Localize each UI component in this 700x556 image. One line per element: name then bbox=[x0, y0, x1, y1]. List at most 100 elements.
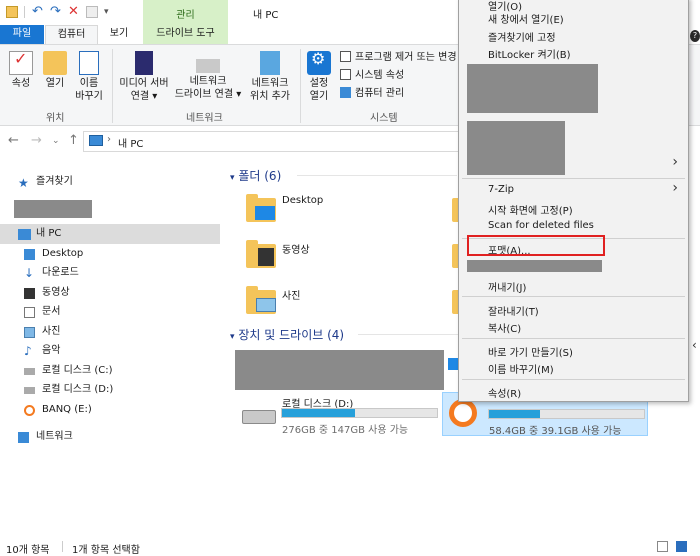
menu-item-pin-start[interactable]: 시작 화면에 고정(P) bbox=[488, 202, 573, 217]
open-button[interactable]: 열기 bbox=[40, 51, 70, 90]
section-drives[interactable]: ▾ 장치 및 드라이브 (4) bbox=[230, 326, 344, 343]
folder-item-desktop[interactable]: Desktop bbox=[242, 190, 452, 230]
details-view-icon[interactable] bbox=[657, 541, 668, 552]
sidebar-item-label: BANQ (E:) bbox=[42, 404, 92, 415]
menu-separator bbox=[462, 296, 685, 297]
open-settings-button[interactable]: ⚙ 설정 열기 bbox=[304, 51, 334, 103]
menu-item-copy[interactable]: 복사(C) bbox=[488, 320, 521, 335]
drive-item-d[interactable]: 로컬 디스크 (D:) 276GB 중 147GB 사용 가능 bbox=[236, 392, 442, 436]
chevron-left-icon[interactable]: ‹ bbox=[692, 338, 700, 358]
media-server-label-1: 미디어 서버 bbox=[119, 78, 169, 89]
sidebar-item-music[interactable]: ♪ 음악 bbox=[0, 341, 220, 361]
sidebar-item-pictures[interactable]: 사진 bbox=[0, 322, 220, 342]
sidebar-item-drive-e[interactable]: BANQ (E:) bbox=[0, 400, 220, 420]
address-bar[interactable]: › 내 PC bbox=[83, 131, 478, 152]
computer-icon bbox=[340, 87, 351, 98]
menu-item-pin-quick-access[interactable]: 즐겨찾기에 고정 bbox=[488, 29, 556, 44]
recent-locations-icon[interactable]: ⌄ bbox=[52, 136, 60, 146]
windows-logo-icon bbox=[448, 358, 458, 370]
large-icons-view-icon[interactable] bbox=[676, 541, 687, 552]
properties-label: 속성 bbox=[11, 78, 31, 89]
ribbon-separator bbox=[112, 49, 113, 123]
computer-management-button[interactable]: 컴퓨터 관리 bbox=[340, 87, 404, 101]
menu-item-bitlocker[interactable]: BitLocker 켜기(B) bbox=[488, 46, 571, 61]
checkmark-icon: ✓ bbox=[9, 51, 33, 75]
redacted-region bbox=[467, 64, 598, 113]
up-arrow-icon[interactable]: ↑ bbox=[68, 133, 79, 148]
star-icon: ★ bbox=[18, 176, 29, 190]
back-arrow-icon[interactable]: ← bbox=[8, 133, 19, 148]
rename-label-1: 이름 bbox=[79, 78, 99, 89]
selection-count: 1개 항목 선택함 bbox=[72, 545, 140, 556]
media-server-button[interactable]: 미디어 서버 연결 ▾ bbox=[116, 51, 172, 103]
section-divider bbox=[297, 175, 457, 176]
folder-item-videos[interactable]: 동영상 bbox=[242, 236, 452, 276]
folder-label: 사진 bbox=[282, 291, 301, 302]
menu-item-rename[interactable]: 이름 바꾸기(M) bbox=[488, 361, 554, 376]
menu-item-create-shortcut[interactable]: 바로 가기 만들기(S) bbox=[488, 344, 573, 359]
menu-item-7zip[interactable]: 7-Zip bbox=[488, 184, 514, 195]
context-tab-group-label: 관리 bbox=[176, 10, 195, 21]
menu-item-eject[interactable]: 꺼내기(J) bbox=[488, 279, 526, 294]
undo-icon[interactable]: ↶ bbox=[32, 5, 44, 18]
media-server-label-2: 연결 ▾ bbox=[130, 91, 158, 102]
sidebar-item-this-pc[interactable]: 내 PC bbox=[0, 224, 220, 244]
drive-space-text: 58.4GB 중 39.1GB 사용 가능 bbox=[489, 426, 622, 437]
folder-item-pictures[interactable]: 사진 bbox=[242, 282, 452, 322]
forward-arrow-icon[interactable]: → bbox=[31, 133, 42, 148]
sidebar-item-label: 네트워크 bbox=[36, 431, 73, 442]
music-note-icon: ♪ bbox=[24, 344, 32, 358]
sidebar-item-documents[interactable]: 문서 bbox=[0, 302, 220, 322]
network-icon bbox=[18, 432, 29, 443]
submenu-arrow-icon: › bbox=[672, 154, 678, 170]
checkmark-icon bbox=[340, 69, 351, 80]
chevron-down-icon: ▾ bbox=[230, 332, 235, 342]
navigation-pane: ★ 즐겨찾기 내 PC Desktop ↓ 다운로드 동영상 문서 사진 ♪ 음… bbox=[0, 162, 220, 542]
sidebar-item-downloads[interactable]: ↓ 다운로드 bbox=[0, 263, 220, 283]
tab-drive-tools[interactable]: 드라이브 도구 bbox=[143, 25, 228, 44]
map-network-drive-button[interactable]: 네트워크 드라이브 연결 ▾ bbox=[174, 51, 242, 101]
uninstall-program-button[interactable]: 프로그램 제거 또는 변경 bbox=[340, 51, 457, 65]
delete-icon[interactable]: ✕ bbox=[68, 5, 80, 18]
drive-usage-bar bbox=[488, 409, 645, 419]
folder-label: Desktop bbox=[282, 195, 324, 206]
help-icon[interactable]: ? bbox=[690, 30, 700, 42]
rename-label-2: 바꾸기 bbox=[75, 91, 103, 102]
redo-icon[interactable]: ↷ bbox=[50, 5, 62, 18]
breadcrumb[interactable]: 내 PC bbox=[118, 135, 143, 150]
menu-item-properties[interactable]: 속성(R) bbox=[488, 385, 521, 400]
computer-management-label: 컴퓨터 관리 bbox=[355, 88, 405, 99]
customize-quick-access-icon[interactable]: ▾ bbox=[104, 6, 116, 18]
sidebar-item-drive-d[interactable]: 로컬 디스크 (D:) bbox=[0, 380, 220, 400]
menu-item-scan-deleted[interactable]: Scan for deleted files bbox=[488, 220, 594, 231]
sidebar-item-network[interactable]: 네트워크 bbox=[0, 427, 220, 447]
redacted-region bbox=[467, 121, 565, 175]
sidebar-item-label: 음악 bbox=[42, 345, 61, 356]
sidebar-item-label: 다운로드 bbox=[42, 267, 79, 278]
menu-item-open-new-window[interactable]: 새 창에서 열기(E) bbox=[488, 11, 564, 26]
properties-icon[interactable] bbox=[86, 6, 98, 18]
window-title: 내 PC bbox=[253, 10, 279, 21]
tab-view[interactable]: 보기 bbox=[99, 25, 139, 44]
sidebar-item-drive-c[interactable]: 로컬 디스크 (C:) bbox=[0, 361, 220, 381]
add-network-location-button[interactable]: 네트워크 위치 추가 bbox=[246, 51, 294, 103]
menu-item-cut[interactable]: 잘라내기(T) bbox=[488, 303, 539, 318]
open-label: 열기 bbox=[45, 78, 65, 89]
rename-button[interactable]: 이름 바꾸기 bbox=[72, 51, 106, 103]
tab-file[interactable]: 파일 bbox=[0, 25, 44, 44]
properties-button[interactable]: ✓ 속성 bbox=[6, 51, 36, 90]
sidebar-item-label: 로컬 디스크 (D:) bbox=[42, 384, 114, 395]
sidebar-item-videos[interactable]: 동영상 bbox=[0, 283, 220, 303]
sidebar-item-desktop[interactable]: Desktop bbox=[0, 244, 220, 264]
redacted-region bbox=[467, 260, 602, 272]
separator bbox=[24, 6, 25, 18]
add-location-label-2: 위치 추가 bbox=[250, 91, 290, 102]
section-folders[interactable]: ▾ 폴더 (6) bbox=[230, 167, 281, 184]
sidebar-item-quick-access[interactable]: ★ 즐겨찾기 bbox=[0, 172, 220, 192]
redacted-region bbox=[235, 350, 444, 390]
sidebar-item-label: 문서 bbox=[42, 306, 61, 317]
group-location-label: 위치 bbox=[46, 113, 65, 124]
system-properties-button[interactable]: 시스템 속성 bbox=[340, 69, 404, 83]
network-drive-icon bbox=[196, 59, 220, 73]
tab-computer[interactable]: 컴퓨터 bbox=[45, 25, 98, 44]
